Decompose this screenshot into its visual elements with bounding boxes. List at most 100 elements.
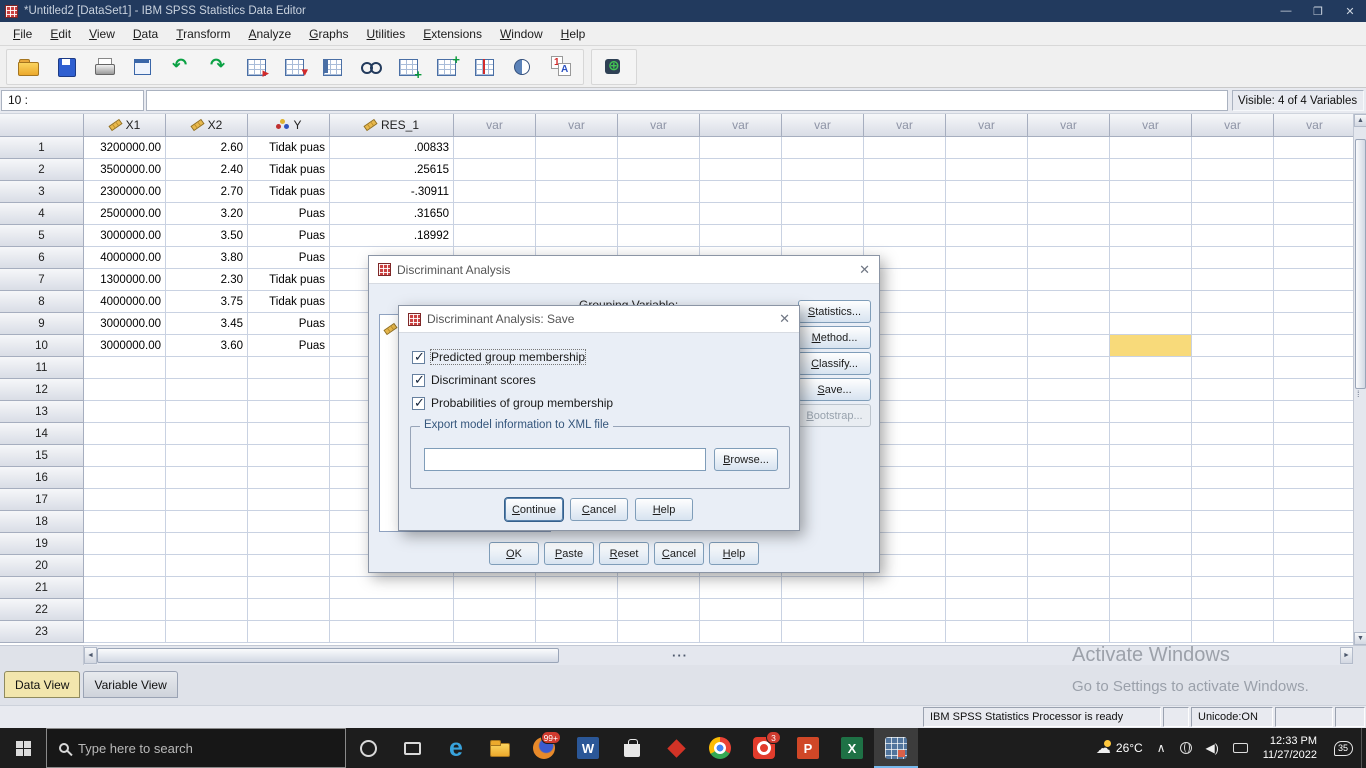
- var-cell[interactable]: [1274, 269, 1353, 291]
- var-cell[interactable]: [1028, 577, 1110, 599]
- var-cell[interactable]: [1274, 247, 1353, 269]
- row-number[interactable]: 3: [0, 181, 84, 203]
- var-cell[interactable]: [454, 621, 536, 643]
- column-header-var[interactable]: var: [864, 114, 946, 137]
- data-cell[interactable]: [84, 489, 166, 511]
- var-cell[interactable]: [1274, 379, 1353, 401]
- data-cell[interactable]: Puas: [248, 247, 330, 269]
- var-cell[interactable]: [1028, 181, 1110, 203]
- data-cell[interactable]: Tidak puas: [248, 269, 330, 291]
- var-cell[interactable]: [536, 137, 618, 159]
- data-cell[interactable]: [84, 445, 166, 467]
- data-cell[interactable]: 3.60: [166, 335, 248, 357]
- var-cell[interactable]: [1274, 335, 1353, 357]
- data-cell[interactable]: [166, 621, 248, 643]
- var-cell[interactable]: [782, 181, 864, 203]
- maximize-button[interactable]: ❐: [1302, 0, 1334, 22]
- paste-button[interactable]: Paste: [544, 542, 594, 565]
- goto-case-button[interactable]: [238, 51, 276, 83]
- var-cell[interactable]: [1110, 445, 1192, 467]
- column-header-y[interactable]: Y: [248, 114, 330, 137]
- var-cell[interactable]: [1028, 313, 1110, 335]
- insert-variable-button[interactable]: [428, 51, 466, 83]
- var-cell[interactable]: [1274, 577, 1353, 599]
- data-cell[interactable]: 2.30: [166, 269, 248, 291]
- weather-widget[interactable]: ☁ 26°C: [1089, 728, 1150, 768]
- var-cell[interactable]: [1110, 533, 1192, 555]
- var-cell[interactable]: [1028, 225, 1110, 247]
- checkbox[interactable]: [412, 395, 425, 411]
- var-cell[interactable]: [1110, 423, 1192, 445]
- data-cell[interactable]: [166, 599, 248, 621]
- data-cell[interactable]: [166, 467, 248, 489]
- notification-center-button[interactable]: 35: [1325, 728, 1361, 768]
- var-cell[interactable]: [946, 357, 1028, 379]
- scroll-right-button[interactable]: ►: [1340, 647, 1353, 664]
- firefox-taskbar-button[interactable]: 99+: [522, 728, 566, 768]
- taskbar-search[interactable]: [46, 728, 346, 768]
- var-cell[interactable]: [946, 423, 1028, 445]
- var-cell[interactable]: [1192, 621, 1274, 643]
- data-cell[interactable]: 3500000.00: [84, 159, 166, 181]
- var-cell[interactable]: [864, 225, 946, 247]
- var-cell[interactable]: [782, 577, 864, 599]
- column-header-var[interactable]: var: [946, 114, 1028, 137]
- data-cell[interactable]: [248, 577, 330, 599]
- var-cell[interactable]: [1028, 423, 1110, 445]
- var-cell[interactable]: [946, 181, 1028, 203]
- var-cell[interactable]: [1028, 533, 1110, 555]
- menu-window[interactable]: Window: [491, 24, 552, 44]
- data-cell[interactable]: [166, 577, 248, 599]
- classify-button[interactable]: Classify...: [798, 352, 871, 375]
- cortana-taskbar-button[interactable]: [346, 728, 390, 768]
- scroll-left-button[interactable]: ◄: [84, 647, 97, 664]
- data-cell[interactable]: [248, 555, 330, 577]
- var-cell[interactable]: [946, 379, 1028, 401]
- var-cell[interactable]: [700, 137, 782, 159]
- var-cell[interactable]: [536, 577, 618, 599]
- row-number[interactable]: 1: [0, 137, 84, 159]
- var-cell[interactable]: [618, 137, 700, 159]
- split-file-button[interactable]: [466, 51, 504, 83]
- data-cell[interactable]: Puas: [248, 203, 330, 225]
- var-cell[interactable]: [1110, 621, 1192, 643]
- store-taskbar-button[interactable]: [610, 728, 654, 768]
- data-cell[interactable]: .00833: [330, 137, 454, 159]
- var-cell[interactable]: [618, 599, 700, 621]
- data-cell[interactable]: 3000000.00: [84, 313, 166, 335]
- var-cell[interactable]: [536, 159, 618, 181]
- data-cell[interactable]: [248, 379, 330, 401]
- var-cell[interactable]: [1110, 599, 1192, 621]
- row-number[interactable]: 17: [0, 489, 84, 511]
- var-cell[interactable]: [1274, 159, 1353, 181]
- var-cell[interactable]: [1028, 599, 1110, 621]
- row-number[interactable]: 4: [0, 203, 84, 225]
- data-cell[interactable]: [84, 357, 166, 379]
- var-cell[interactable]: [700, 181, 782, 203]
- var-cell[interactable]: [946, 401, 1028, 423]
- row-number[interactable]: 19: [0, 533, 84, 555]
- data-cell[interactable]: 2.60: [166, 137, 248, 159]
- show-desktop-button[interactable]: [1361, 728, 1366, 768]
- data-cell[interactable]: [166, 489, 248, 511]
- column-header-res_1[interactable]: RES_1: [330, 114, 454, 137]
- data-cell[interactable]: Puas: [248, 225, 330, 247]
- var-cell[interactable]: [700, 225, 782, 247]
- var-cell[interactable]: [1028, 137, 1110, 159]
- clock[interactable]: 12:33 PM 11/27/2022: [1255, 734, 1325, 762]
- var-cell[interactable]: [1192, 379, 1274, 401]
- var-cell[interactable]: [782, 621, 864, 643]
- row-number[interactable]: 15: [0, 445, 84, 467]
- column-header-var[interactable]: var: [536, 114, 618, 137]
- var-cell[interactable]: [1110, 225, 1192, 247]
- var-cell[interactable]: [700, 577, 782, 599]
- data-cell[interactable]: [248, 423, 330, 445]
- var-cell[interactable]: [536, 621, 618, 643]
- var-cell[interactable]: [1192, 555, 1274, 577]
- var-cell[interactable]: [946, 159, 1028, 181]
- data-cell[interactable]: [166, 533, 248, 555]
- open-data-button[interactable]: [10, 51, 48, 83]
- volume-icon[interactable]: ◀): [1199, 728, 1226, 768]
- data-cell[interactable]: .18992: [330, 225, 454, 247]
- var-cell[interactable]: [1110, 489, 1192, 511]
